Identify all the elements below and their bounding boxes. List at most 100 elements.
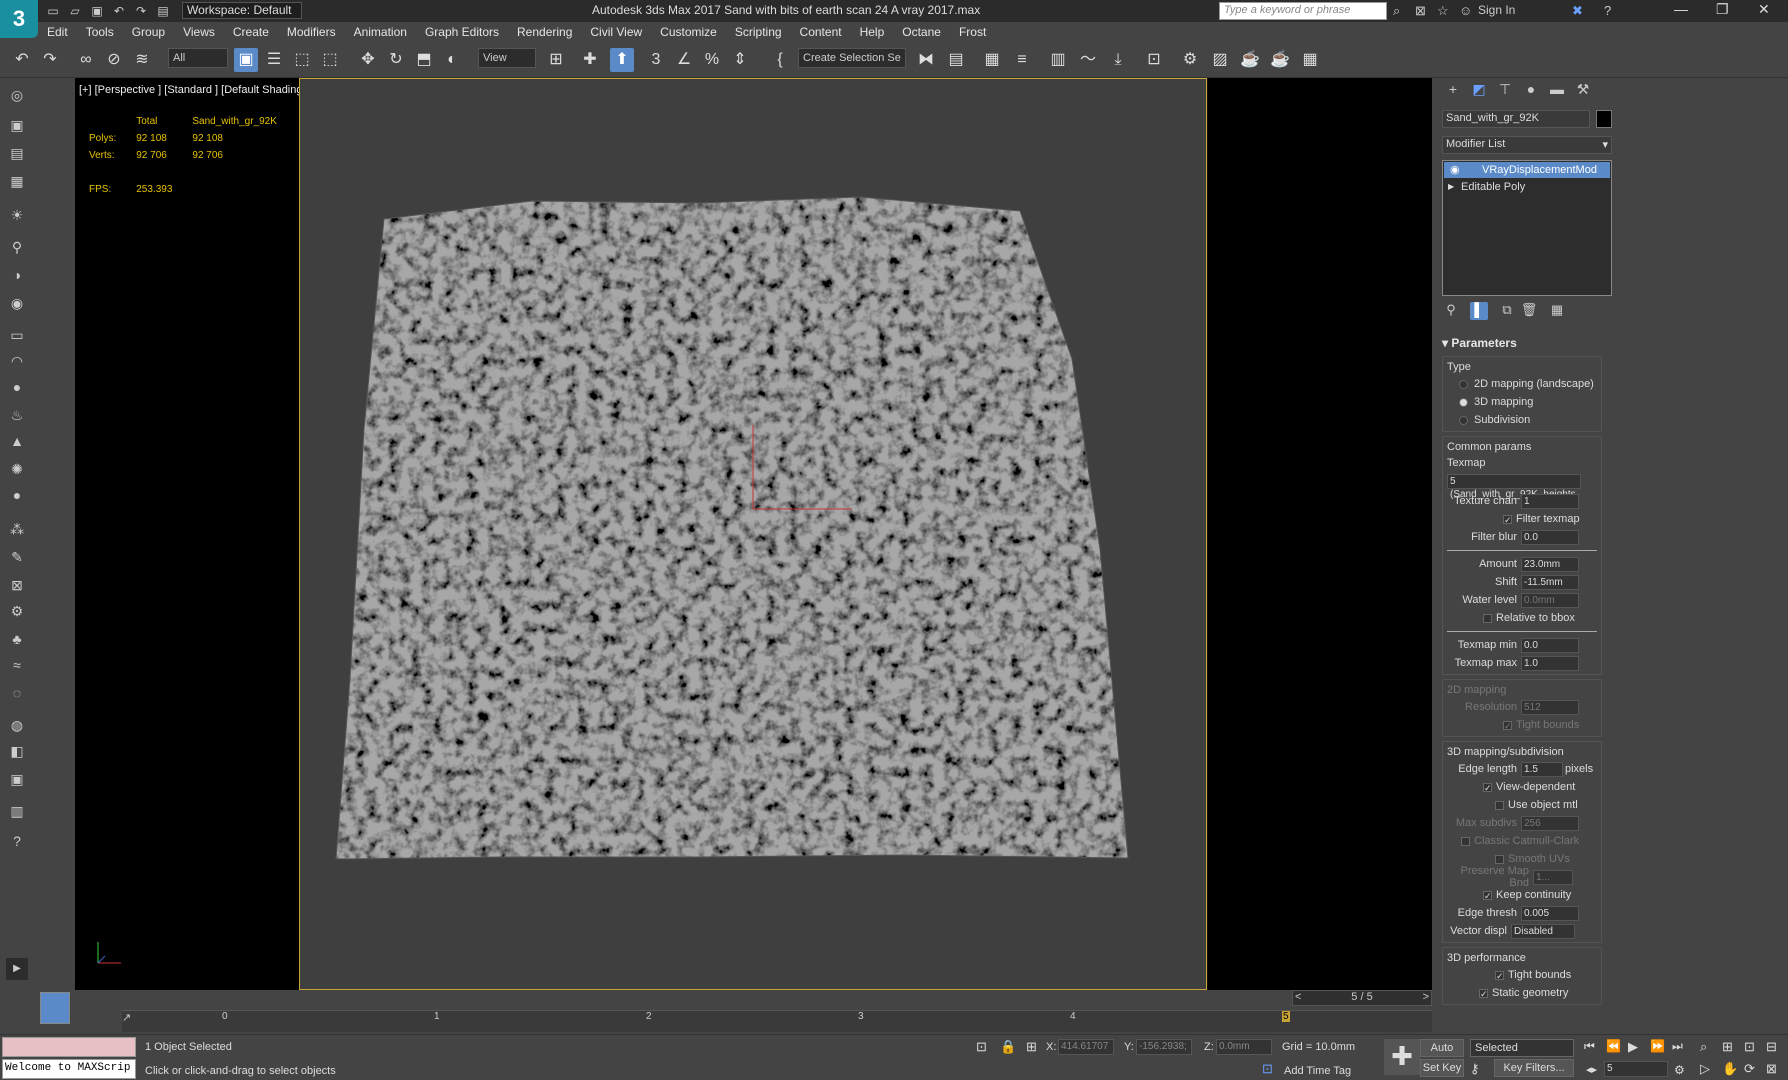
select-object-icon[interactable]: ▣ bbox=[234, 48, 258, 72]
globe-icon[interactable]: ◍ bbox=[6, 714, 28, 736]
render-grid-icon[interactable]: ▦ bbox=[1298, 48, 1322, 72]
modifier-list-dropdown[interactable]: Modifier List ▾ bbox=[1442, 136, 1612, 154]
menu-edit[interactable]: Edit bbox=[38, 25, 77, 39]
material-editor-icon[interactable]: ⤓ bbox=[1106, 48, 1130, 72]
next-frame-icon[interactable]: > bbox=[1423, 991, 1431, 1003]
vector-displ-dropdown[interactable]: Disabled bbox=[1511, 923, 1575, 939]
render-production-icon[interactable]: ☕ bbox=[1238, 48, 1262, 72]
time-tag-icon[interactable]: ⊡ bbox=[1262, 1061, 1273, 1077]
keyboard-shortcut-override-icon[interactable]: ⬆ bbox=[610, 48, 634, 72]
terrain-mesh[interactable] bbox=[300, 79, 1208, 991]
menu-animation[interactable]: Animation bbox=[345, 25, 416, 39]
texmap-min-spinner[interactable]: 0.0 bbox=[1521, 637, 1579, 653]
go-to-end-icon[interactable]: ⏭ bbox=[1672, 1039, 1683, 1054]
ribbon-icon[interactable]: ≡ bbox=[1010, 48, 1034, 72]
menu-civil-view[interactable]: Civil View bbox=[581, 25, 651, 39]
project-icon[interactable]: ▤ bbox=[154, 3, 172, 19]
zoom-all-icon[interactable]: ⊞ bbox=[1722, 1039, 1733, 1055]
key-filters-button[interactable]: Key Filters... bbox=[1494, 1059, 1574, 1077]
save-icon[interactable]: ▣ bbox=[88, 3, 106, 19]
radio-2d-mapping[interactable]: 2D mapping (landscape) bbox=[1447, 375, 1597, 393]
next-frame-icon[interactable]: ⏩ bbox=[1650, 1039, 1665, 1053]
zoom-icon[interactable]: ⌕ bbox=[1700, 1039, 1707, 1055]
scale-icon[interactable]: ⬒ bbox=[412, 48, 436, 72]
menu-customize[interactable]: Customize bbox=[651, 25, 726, 39]
relative-bbox-checkbox[interactable] bbox=[1483, 613, 1492, 623]
time-slider[interactable]: <5 / 5 > bbox=[1292, 990, 1432, 1006]
schematic-view-icon[interactable]: 〜 bbox=[1076, 48, 1100, 72]
pivot-center-icon[interactable]: ⊞ bbox=[544, 48, 568, 72]
dome-icon[interactable]: ◠ bbox=[6, 350, 28, 372]
modify-tab-icon[interactable]: ◩ bbox=[1468, 81, 1490, 99]
proxy-icon[interactable]: ⊠ bbox=[6, 574, 28, 596]
track-bar[interactable]: 0 1 2 3 4 5 ↗ bbox=[122, 1010, 1432, 1032]
gear-icon[interactable]: ⚙ bbox=[6, 600, 28, 622]
preserve-map-dropdown[interactable]: 1... bbox=[1533, 869, 1573, 885]
zoom-extents-icon[interactable]: ⊡ bbox=[1744, 1039, 1755, 1055]
maxscript-listener[interactable] bbox=[2, 1037, 136, 1057]
spinner-snap-icon[interactable]: ⇕ bbox=[728, 48, 752, 72]
close-icon[interactable]: ✕ bbox=[1758, 1, 1770, 18]
display-tab-icon[interactable]: ▬ bbox=[1546, 81, 1568, 99]
settings-icon[interactable]: ▥ bbox=[6, 800, 28, 822]
percent-snap-icon[interactable]: % bbox=[700, 48, 724, 72]
object-color-swatch[interactable] bbox=[1596, 110, 1612, 128]
smooth-uvs-checkbox[interactable] bbox=[1495, 854, 1504, 864]
texmap-button[interactable]: 5 (Sand_with_gr_92K_heights bbox=[1447, 474, 1581, 500]
absolute-mode-icon[interactable]: ⊞ bbox=[1026, 1039, 1037, 1055]
sun-icon[interactable]: ✺ bbox=[6, 458, 28, 480]
move-icon[interactable]: ✥ bbox=[356, 48, 380, 72]
view-dependent-checkbox[interactable]: ✓ bbox=[1483, 782, 1492, 792]
texmap-max-spinner[interactable]: 1.0 bbox=[1521, 655, 1579, 671]
curve-editor-icon[interactable]: ▥ bbox=[1046, 48, 1070, 72]
filter-blur-spinner[interactable]: 0.0 bbox=[1521, 529, 1579, 545]
utilities-tab-icon[interactable]: ⚒ bbox=[1572, 81, 1594, 99]
motion-tab-icon[interactable]: ● bbox=[1520, 81, 1542, 99]
maximize-viewport-icon[interactable]: ⊠ bbox=[1766, 1061, 1777, 1077]
texture-chan-spinner[interactable]: 1 bbox=[1521, 493, 1579, 509]
binoculars-icon[interactable]: ⌕ bbox=[1393, 3, 1400, 19]
radio-icon[interactable] bbox=[1459, 397, 1468, 407]
make-unique-icon[interactable]: ⧉ bbox=[1498, 302, 1516, 320]
wave-icon[interactable]: ◌ bbox=[6, 682, 28, 704]
link-icon[interactable]: ∞ bbox=[74, 48, 98, 72]
restore-icon[interactable]: ❐ bbox=[1716, 1, 1729, 18]
key-selection-dropdown[interactable]: Selected bbox=[1470, 1039, 1574, 1057]
material-icon[interactable]: ◧ bbox=[6, 740, 28, 762]
select-by-name-icon[interactable]: ☰ bbox=[262, 48, 286, 72]
eye-icon[interactable]: ◉ bbox=[1450, 162, 1460, 178]
orbit-icon[interactable]: ⟳ bbox=[1744, 1061, 1755, 1077]
redo-icon[interactable]: ↷ bbox=[132, 3, 150, 19]
rendered-frame-window-icon[interactable]: ▨ bbox=[1208, 48, 1232, 72]
help-icon[interactable]: ? bbox=[1604, 3, 1611, 18]
menu-frost[interactable]: Frost bbox=[950, 25, 995, 39]
angle-snap-icon[interactable]: ∠ bbox=[672, 48, 696, 72]
isolate-selection-icon[interactable]: ⊡ bbox=[976, 1039, 987, 1055]
unlink-icon[interactable]: ⊘ bbox=[102, 48, 126, 72]
create-tab-icon[interactable]: + bbox=[1442, 81, 1464, 99]
bind-space-warp-icon[interactable]: ≋ bbox=[130, 48, 154, 72]
render-icon[interactable]: ▣ bbox=[6, 114, 28, 136]
menu-tools[interactable]: Tools bbox=[77, 25, 123, 39]
radio-icon[interactable] bbox=[1459, 379, 1468, 389]
lock-icon[interactable]: 🔒 bbox=[1000, 1039, 1016, 1055]
viewport-layout-icon[interactable]: ◎ bbox=[6, 84, 28, 106]
window-crossing-icon[interactable]: ⬚ bbox=[318, 48, 342, 72]
stack-item-editable-poly[interactable]: ▶ Editable Poly bbox=[1443, 179, 1611, 195]
key-mode-icon[interactable]: ⚷ bbox=[1470, 1061, 1480, 1077]
stack-item-vray-displacement[interactable]: ◉ VRayDisplacementMod bbox=[1444, 162, 1610, 178]
menu-help[interactable]: Help bbox=[851, 25, 894, 39]
helper-icon[interactable]: ⚲ bbox=[6, 236, 28, 258]
parameters-title[interactable]: ▾ Parameters bbox=[1442, 336, 1602, 354]
render-setup-icon[interactable]: ⊡ bbox=[1142, 48, 1166, 72]
auto-key-button[interactable]: Auto Key bbox=[1420, 1039, 1464, 1070]
viewport-label[interactable]: [+] [Perspective ] [Standard ] [Default … bbox=[79, 84, 309, 96]
z-coordinate-field[interactable]: 0.0mm bbox=[1216, 1039, 1272, 1055]
rotate-icon[interactable]: ↻ bbox=[384, 48, 408, 72]
perspective-viewport[interactable] bbox=[299, 78, 1207, 990]
workspace-dropdown[interactable]: Workspace: Default bbox=[182, 2, 302, 19]
edge-thresh-spinner[interactable]: 0.005 bbox=[1521, 905, 1579, 921]
show-end-result-icon[interactable]: ▌ bbox=[1470, 302, 1488, 320]
menu-scripting[interactable]: Scripting bbox=[726, 25, 791, 39]
prev-frame-icon[interactable]: < bbox=[1293, 991, 1301, 1003]
